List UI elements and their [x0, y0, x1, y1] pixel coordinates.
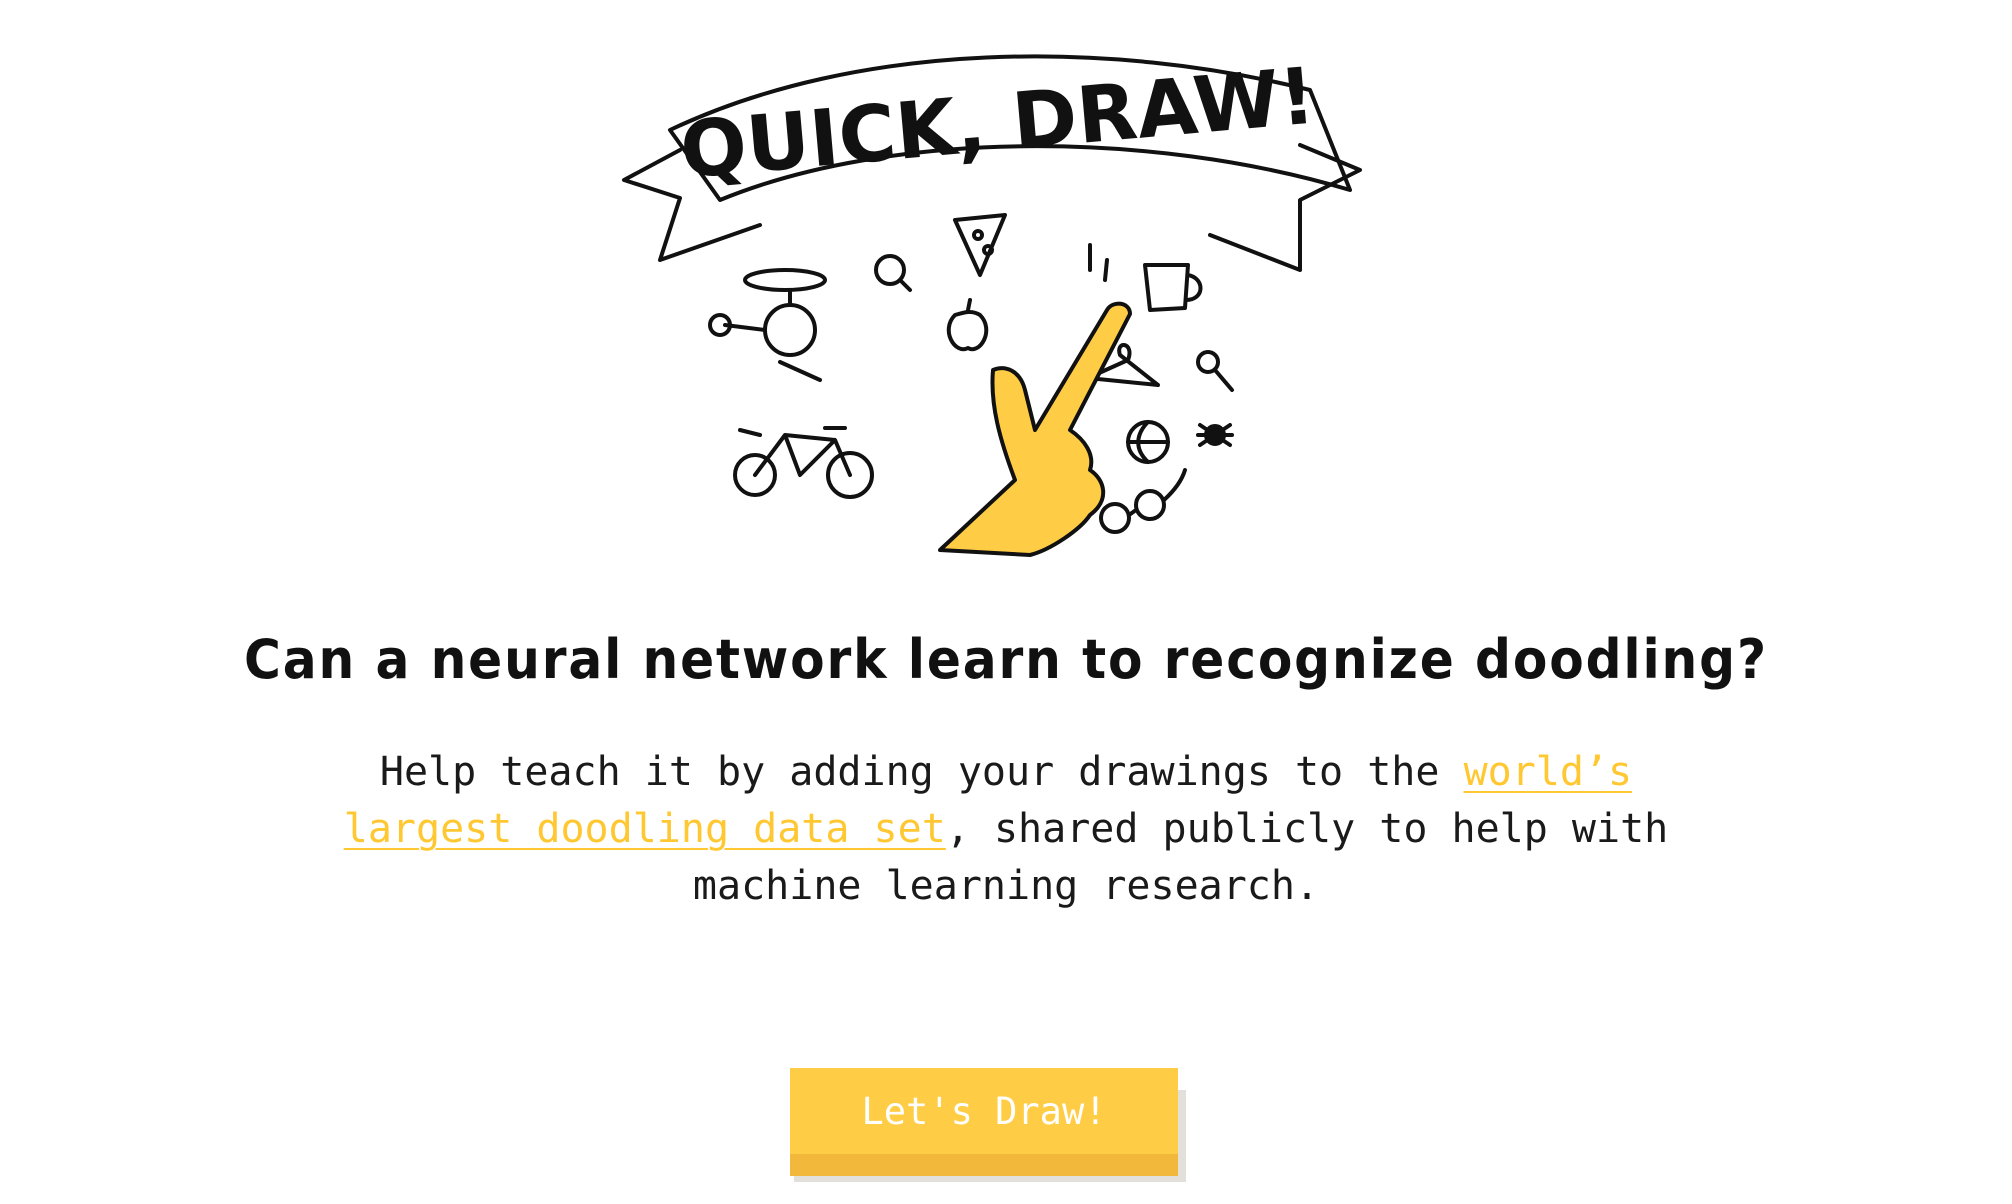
pushpin-icon [1196, 350, 1234, 392]
eyeglasses-icon [1099, 468, 1187, 534]
lightbulb-icon [874, 254, 912, 292]
spider-icon [1196, 423, 1234, 447]
basketball-icon [1126, 420, 1170, 464]
hero-svg: QUICK, DRAW! [622, 52, 1362, 557]
headline: Can a neural network learn to recognize … [244, 628, 1768, 691]
pointing-hand-icon [938, 243, 1132, 557]
hero-illustration: QUICK, DRAW! [610, 10, 1380, 570]
cta-label: Let's Draw! [861, 1090, 1107, 1133]
cta-wrapper: Let's Draw! [790, 1068, 1200, 1188]
helicopter-icon [708, 268, 827, 382]
mug-icon [1143, 263, 1203, 312]
pizza-icon [953, 213, 1007, 277]
bicycle-icon [733, 426, 874, 499]
description-text: Help teach it by adding your drawings to… [379, 749, 1464, 795]
apple-icon [946, 298, 989, 352]
cta-edge [790, 1154, 1178, 1176]
description: Help teach it by adding your drawings to… [300, 744, 1712, 915]
lets-draw-button[interactable]: Let's Draw! [790, 1068, 1178, 1176]
